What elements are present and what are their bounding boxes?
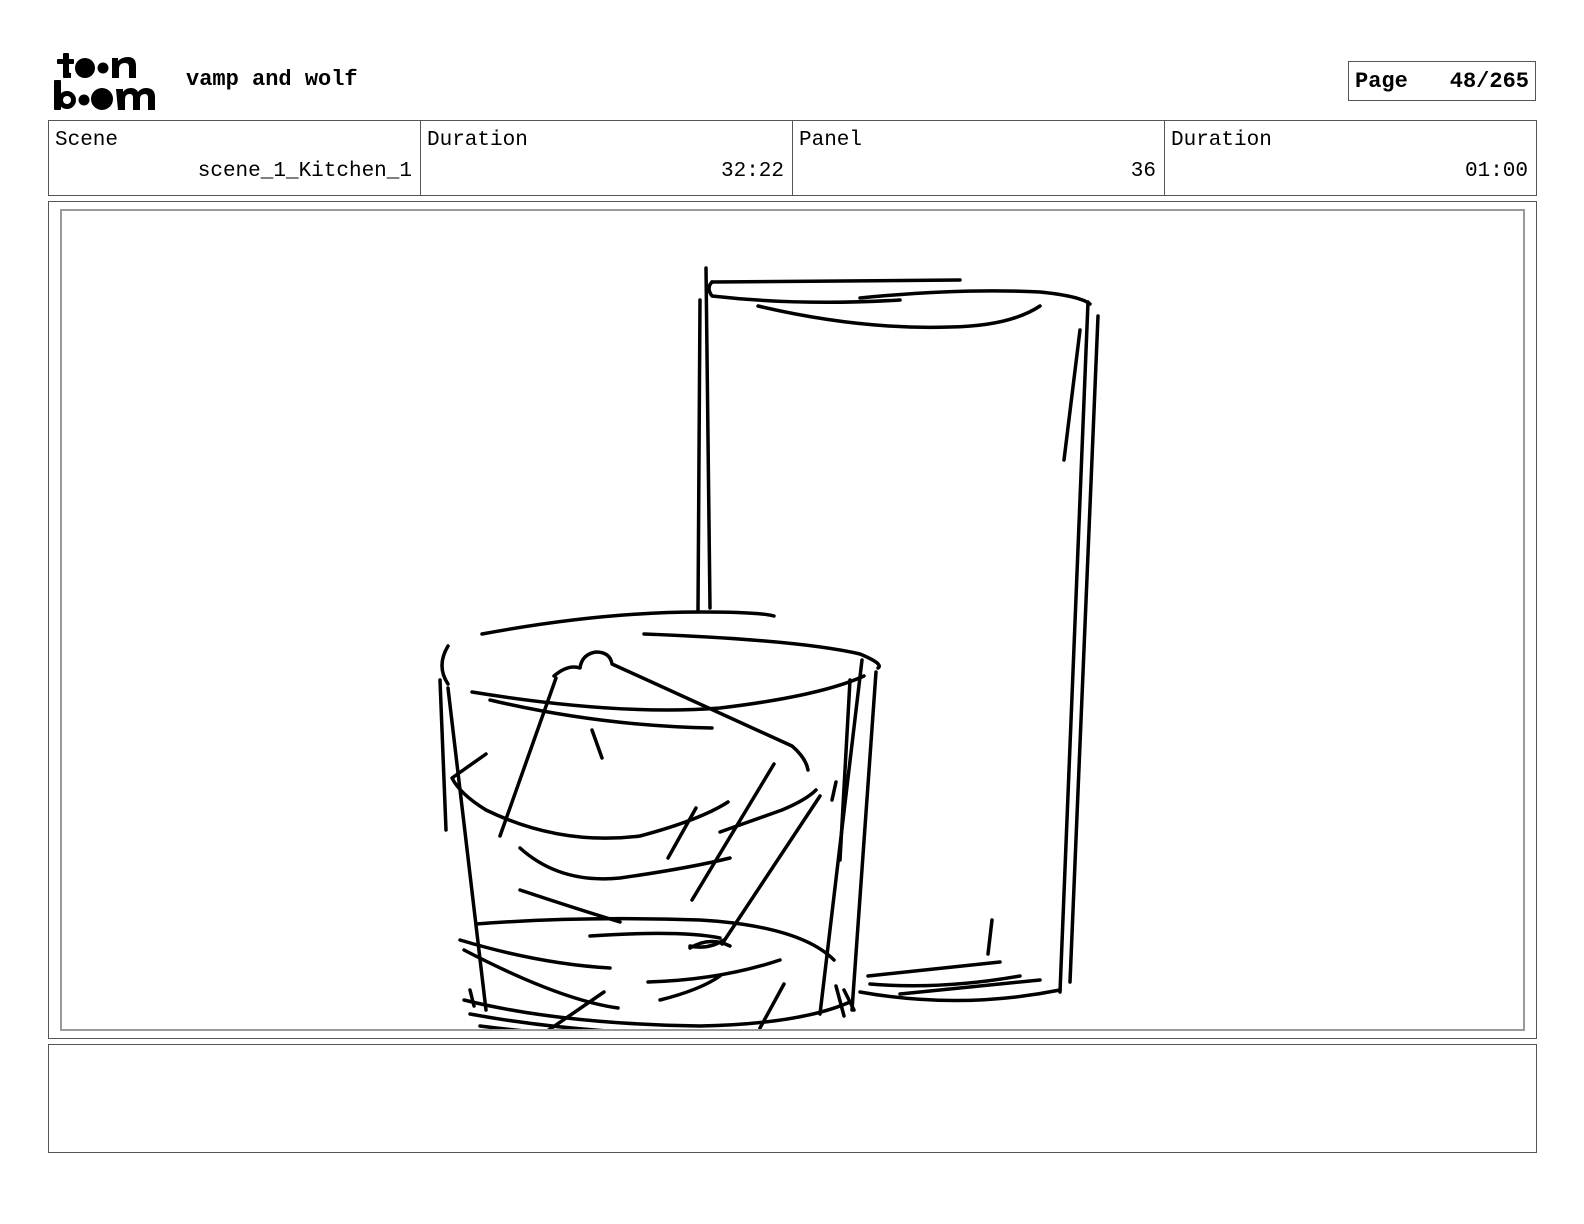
- page-indicator: Page 48/265: [1348, 61, 1536, 101]
- sketch-drawing: [438, 266, 1100, 1029]
- panel-duration-value: 01:00: [1464, 160, 1528, 183]
- scene-value: scene_1_Kitchen_1: [197, 160, 412, 183]
- short-glass-sketch: [438, 610, 881, 1029]
- panel-duration-label: Duration: [1171, 129, 1272, 152]
- scene-cell: Scene scene_1_Kitchen_1: [49, 121, 421, 195]
- panel-value: 36: [1130, 160, 1156, 183]
- scene-duration-cell: Duration 32:22: [421, 121, 793, 195]
- page-label: Page: [1355, 68, 1408, 94]
- scene-duration-label: Duration: [427, 129, 528, 152]
- panel-info-table: Scene scene_1_Kitchen_1 Duration 32:22 P…: [48, 120, 1537, 196]
- panel-cell: Panel 36: [793, 121, 1165, 195]
- panel-image: [60, 209, 1525, 1031]
- page-number: 48/265: [1449, 68, 1529, 94]
- panel-duration-cell: Duration 01:00: [1165, 121, 1536, 195]
- toon-boom-logo: [52, 50, 164, 112]
- scene-label: Scene: [55, 129, 119, 152]
- scene-duration-value: 32:22: [720, 160, 784, 183]
- toon-boom-logo-graphic: [54, 53, 155, 110]
- project-title: vamp and wolf: [186, 67, 358, 92]
- panel-label: Panel: [799, 129, 863, 152]
- panel-notes: [48, 1044, 1537, 1153]
